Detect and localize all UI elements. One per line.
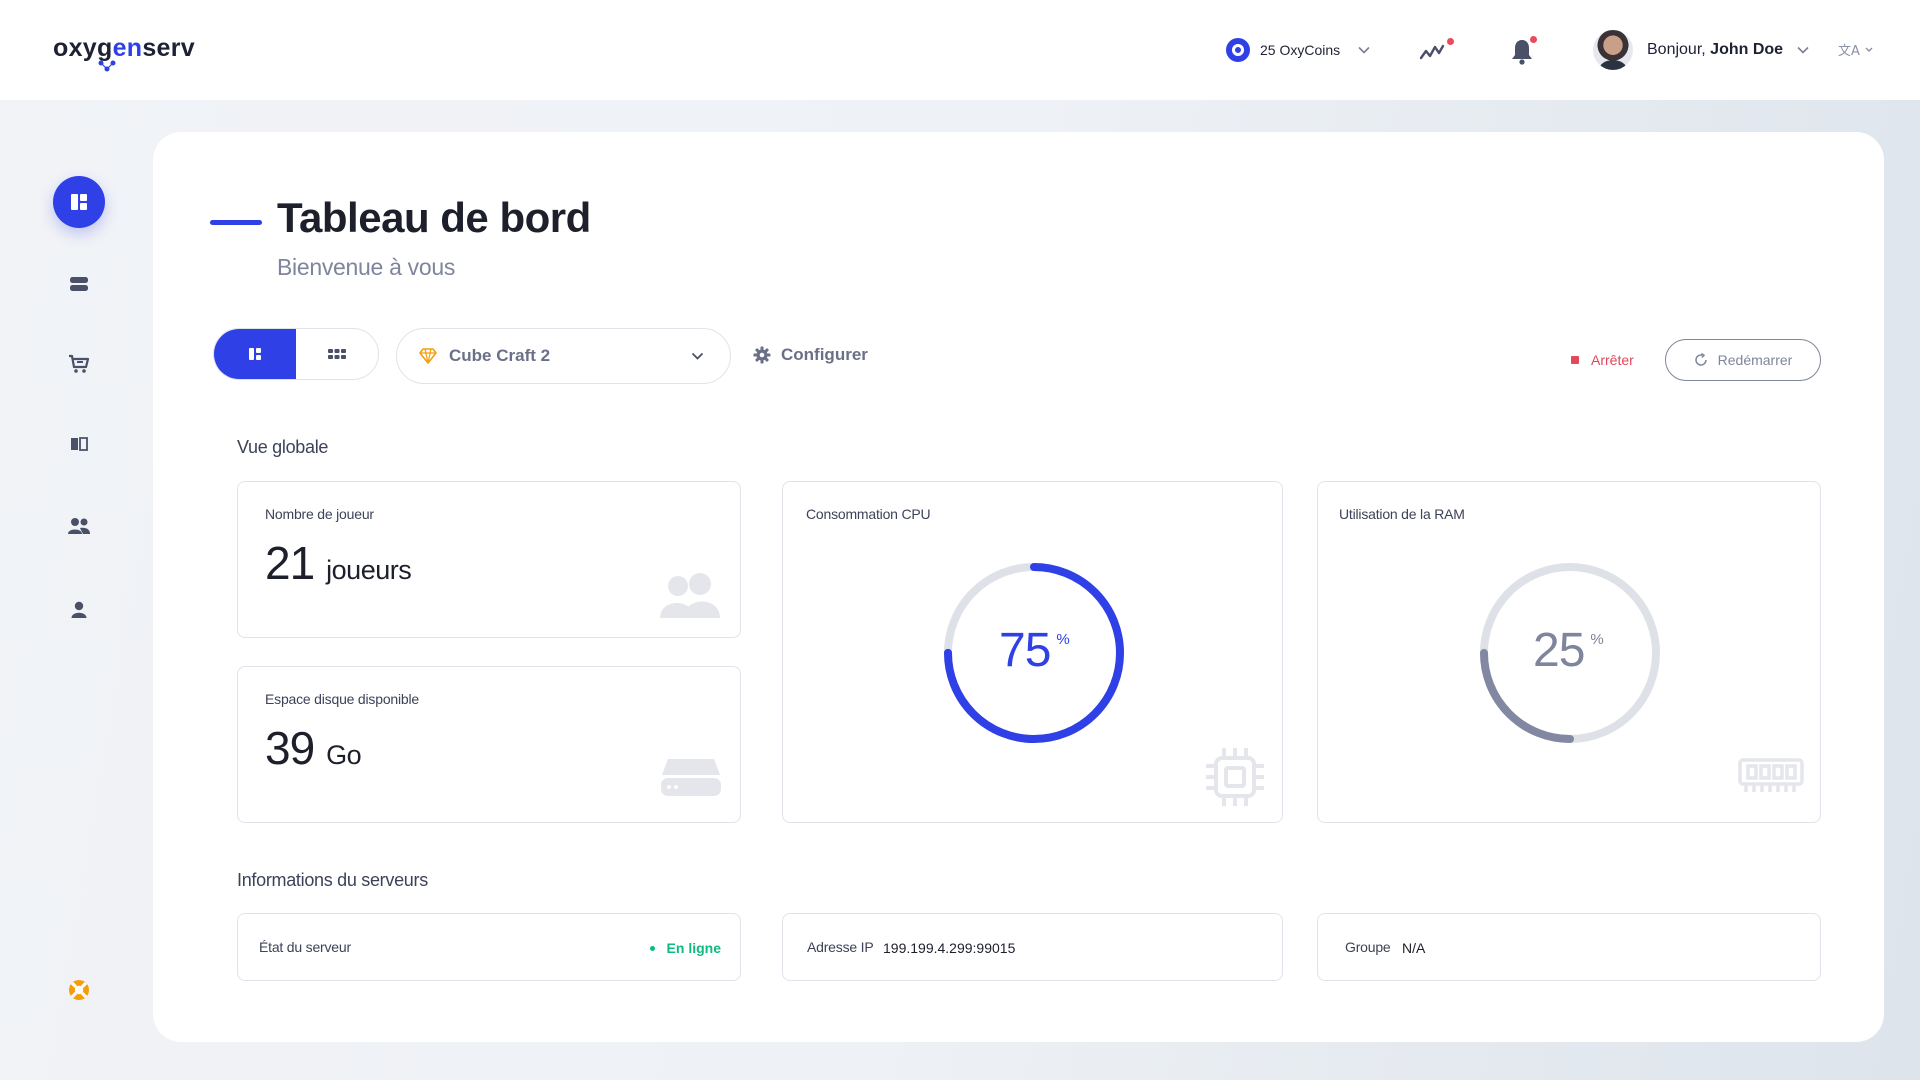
avatar xyxy=(1593,30,1633,70)
storage-icon xyxy=(661,759,721,796)
book-icon xyxy=(71,437,88,451)
language-selector[interactable]: 文A xyxy=(1838,40,1874,64)
refresh-icon xyxy=(1694,353,1707,366)
overview-section-title: Vue globale xyxy=(237,437,329,457)
chevron-down-icon xyxy=(1797,46,1809,54)
server-select[interactable]: Cube Craft 2 xyxy=(396,328,731,384)
group-value: N/A xyxy=(1402,940,1426,956)
dashboard-icon xyxy=(71,194,87,210)
configure-label: Configurer xyxy=(781,345,868,364)
cpu-chip-icon xyxy=(1206,748,1264,806)
server-state-badge: En ligne xyxy=(649,940,721,956)
ram-card: Utilisation de la RAM 25 % xyxy=(1317,481,1821,823)
page-title: Tableau de bord xyxy=(277,194,591,241)
group-card: Groupe N/A xyxy=(1317,913,1821,981)
stop-button[interactable]: Arrêter xyxy=(1571,352,1634,368)
disk-value: 39 Go xyxy=(265,722,362,774)
users-icon xyxy=(660,573,720,618)
brand-logo[interactable]: oxyg en serv xyxy=(53,34,195,72)
ip-address-card: Adresse IP 199.199.4.299:99015 xyxy=(782,913,1283,981)
cpu-label: Consommation CPU xyxy=(806,506,931,522)
players-card: Nombre de joueur 21 joueurs xyxy=(237,481,741,638)
coins-label: 25 OxyCoins xyxy=(1260,42,1341,58)
server-state-label: État du serveur xyxy=(259,939,351,955)
sidebar-item-account[interactable] xyxy=(53,584,105,636)
restart-button[interactable]: Redémarrer xyxy=(1665,339,1821,381)
cpu-value: 75 % xyxy=(999,624,1070,677)
sidebar xyxy=(0,100,155,1080)
status-dot xyxy=(649,945,655,951)
view-compact-button[interactable] xyxy=(214,329,296,379)
disk-card: Espace disque disponible 39 Go xyxy=(237,666,741,823)
coin-icon xyxy=(1226,38,1250,62)
disk-label: Espace disque disponible xyxy=(265,691,419,707)
ip-address-value[interactable]: 199.199.4.299:99015 xyxy=(883,940,1015,956)
lifebuoy-icon xyxy=(69,980,89,1000)
server-state-card: État du serveur En ligne xyxy=(237,913,741,981)
group-label: Groupe xyxy=(1345,939,1391,955)
view-grid-button[interactable] xyxy=(296,329,378,379)
sidebar-item-dashboard[interactable] xyxy=(53,176,105,228)
sidebar-item-servers[interactable] xyxy=(53,258,105,310)
restart-label: Redémarrer xyxy=(1717,352,1793,368)
svg-text:文A: 文A xyxy=(1838,44,1860,59)
dashboard-panel: Tableau de bord Bienvenue à vous Cube Cr… xyxy=(153,132,1884,1042)
diamond-icon xyxy=(419,348,437,364)
stop-label: Arrêter xyxy=(1591,352,1634,368)
players-label: Nombre de joueur xyxy=(265,506,374,522)
players-value: 21 joueurs xyxy=(265,537,412,589)
ram-module-icon xyxy=(1738,758,1804,792)
sidebar-item-support[interactable] xyxy=(53,964,105,1016)
activity-icon[interactable] xyxy=(1418,36,1448,66)
server-state-value: En ligne xyxy=(666,940,721,956)
view-toggle xyxy=(213,328,379,380)
cpu-card: Consommation CPU 75 % xyxy=(782,481,1283,823)
users-icon xyxy=(68,518,90,534)
grid-icon xyxy=(328,349,346,359)
ip-address-label: Adresse IP xyxy=(807,939,874,955)
oxycoins-dropdown[interactable]: 25 OxyCoins xyxy=(1226,38,1370,62)
activity-notification-dot xyxy=(1447,38,1454,45)
page-subtitle: Bienvenue à vous xyxy=(277,254,456,280)
user-greeting: Bonjour, John Doe xyxy=(1647,41,1784,58)
title-accent-line xyxy=(210,220,262,225)
sidebar-item-docs[interactable] xyxy=(53,418,105,470)
sidebar-item-community[interactable] xyxy=(53,500,105,552)
user-icon xyxy=(71,601,87,618)
ram-value: 25 % xyxy=(1533,624,1604,677)
server-select-value: Cube Craft 2 xyxy=(449,346,551,365)
logo-dots-icon xyxy=(98,60,116,72)
server-icon xyxy=(70,277,88,291)
top-bar: oxyg en serv 25 OxyCoins Bonjour, John Doe… xyxy=(0,0,1920,100)
configure-button[interactable]: Configurer xyxy=(753,343,868,367)
user-menu[interactable]: Bonjour, John Doe xyxy=(1593,30,1809,70)
dashboard-icon xyxy=(249,348,261,360)
server-info-section-title: Informations du serveurs xyxy=(237,870,428,890)
chevron-down-icon xyxy=(691,352,704,360)
stop-icon xyxy=(1571,356,1579,364)
gear-icon xyxy=(753,346,771,364)
translate-icon: 文A xyxy=(1838,44,1873,59)
cart-icon xyxy=(69,354,90,373)
ram-label: Utilisation de la RAM xyxy=(1339,506,1465,522)
chevron-down-icon xyxy=(1358,46,1370,54)
bell-notification-dot xyxy=(1530,36,1537,43)
sidebar-item-shop[interactable] xyxy=(53,338,105,390)
